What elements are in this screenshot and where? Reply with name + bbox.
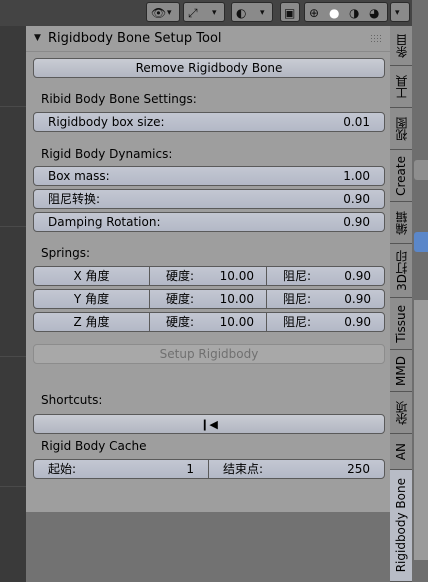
stiffness-label: 硬度:	[166, 269, 195, 283]
tab-mmd[interactable]: MMD	[390, 350, 412, 392]
damping-rotation-field[interactable]: Damping Rotation: 0.90	[33, 212, 385, 232]
material-shading-icon[interactable]: ◑	[349, 6, 359, 20]
spring-damping-y-field[interactable]: 阻尼: 0.90	[267, 290, 384, 308]
damping-label: 阻尼:	[283, 269, 312, 283]
cache-end-field[interactable]: 结束点: 250	[209, 460, 384, 478]
shading-mode-group[interactable]: ⊕ ● ◑ ◕	[304, 2, 388, 22]
damping-label: 阻尼转换:	[48, 192, 101, 206]
tab-item[interactable]: 条目	[390, 26, 412, 66]
box-mass-label: Box mass:	[48, 169, 110, 183]
settings-header: Ribid Body Bone Settings:	[41, 92, 197, 106]
box-size-value: 0.01	[343, 115, 370, 129]
damping-rotation-label: Damping Rotation:	[48, 215, 161, 229]
spring-stiffness-x-field[interactable]: 硬度: 10.00	[150, 267, 267, 285]
spring-row-x: X 角度 硬度: 10.00 阻尼: 0.90	[33, 266, 385, 286]
tab-edit[interactable]: 编辑	[390, 202, 412, 244]
spring-damping-z-field[interactable]: 阻尼: 0.90	[267, 313, 384, 331]
solid-shading-icon[interactable]: ●	[329, 6, 339, 20]
gizmo-dropdown[interactable]: ⤢ ▾	[183, 2, 225, 22]
damping-value: 0.90	[344, 292, 371, 306]
damping-label: 阻尼:	[283, 315, 312, 329]
wireframe-icon[interactable]: ⊕	[309, 6, 319, 20]
cache-end-label: 结束点:	[223, 462, 264, 476]
setup-rigidbody-button[interactable]: Setup Rigidbody	[33, 344, 385, 364]
stiffness-value: 10.00	[219, 269, 254, 283]
spring-axis-x[interactable]: X 角度	[34, 267, 150, 285]
box-mass-value: 1.00	[343, 169, 370, 183]
spring-axis-y[interactable]: Y 角度	[34, 290, 150, 308]
adjacent-editor-strip	[412, 0, 428, 582]
visibility-dropdown[interactable]: 👁 ▾	[146, 2, 180, 22]
chevron-down-icon: ▾	[260, 8, 265, 18]
jump-to-start-button[interactable]: ❙◀	[33, 414, 385, 434]
spring-axis-z[interactable]: Z 角度	[34, 313, 150, 331]
stiffness-label: 硬度:	[166, 292, 195, 306]
tab-misc[interactable]: 杂项	[390, 392, 412, 434]
overlay-icon: ◐	[236, 6, 247, 20]
stiffness-value: 10.00	[219, 292, 254, 306]
dynamics-header: Rigid Body Dynamics:	[41, 147, 173, 161]
collapse-triangle-icon[interactable]: ▼	[34, 33, 41, 43]
damping-value: 0.90	[344, 315, 371, 329]
damping-rotation-value: 0.90	[343, 215, 370, 229]
spring-row-z: Z 角度 硬度: 10.00 阻尼: 0.90	[33, 312, 385, 332]
stiffness-label: 硬度:	[166, 315, 195, 329]
chevron-down-icon: ▾	[212, 8, 217, 18]
spring-stiffness-y-field[interactable]: 硬度: 10.00	[150, 290, 267, 308]
cache-start-value: 1	[186, 462, 194, 476]
overlay-dropdown[interactable]: ◐ ▾	[231, 2, 273, 22]
skip-to-start-icon: ❙◀	[200, 418, 218, 431]
rendered-shading-icon[interactable]: ◕	[369, 6, 379, 20]
springs-header: Springs:	[41, 246, 91, 260]
cache-end-value: 250	[347, 462, 370, 476]
viewport-area[interactable]	[0, 26, 26, 582]
chevron-down-icon: ▾	[167, 8, 172, 18]
remove-rigidbody-button[interactable]: Remove Rigidbody Bone	[33, 58, 385, 78]
cache-frame-range: 起始: 1 结束点: 250	[33, 459, 385, 479]
tab-rigidbody-bone[interactable]: Rigidbody Bone	[390, 470, 412, 582]
spring-row-y: Y 角度 硬度: 10.00 阻尼: 0.90	[33, 289, 385, 309]
damping-value: 0.90	[343, 192, 370, 206]
cache-header: Rigid Body Cache	[41, 439, 147, 453]
tab-an[interactable]: AN	[390, 434, 412, 470]
xray-toggle[interactable]: ▣	[280, 2, 300, 22]
spring-stiffness-z-field[interactable]: 硬度: 10.00	[150, 313, 267, 331]
panel-header[interactable]: ▼ Rigidbody Bone Setup Tool	[26, 26, 390, 52]
eye-icon: 👁	[151, 6, 167, 20]
drag-grip-icon[interactable]	[370, 34, 382, 42]
gizmo-icon: ⤢	[188, 6, 198, 20]
shortcuts-header: Shortcuts:	[41, 393, 103, 407]
tab-create[interactable]: Create	[390, 150, 412, 202]
tab-tissue[interactable]: Tissue	[390, 298, 412, 350]
shading-options-dropdown[interactable]: ▾	[390, 2, 410, 22]
sidebar-tabs: 条目 工具 视图 Create 编辑 3D打印 Tissue MMD 杂项 AN…	[390, 26, 412, 582]
panel-title: Rigidbody Bone Setup Tool	[48, 31, 222, 46]
viewport-header: 👁 ▾ ⤢ ▾ ◐ ▾ ▣ ⊕ ● ◑ ◕ ▾	[0, 0, 428, 26]
spring-damping-x-field[interactable]: 阻尼: 0.90	[267, 267, 384, 285]
damping-field[interactable]: 阻尼转换: 0.90	[33, 189, 385, 209]
sidebar-panel: ▼ Rigidbody Bone Setup Tool Remove Rigid…	[26, 26, 390, 582]
damping-value: 0.90	[344, 269, 371, 283]
chevron-down-icon: ▾	[395, 8, 400, 18]
box-mass-field[interactable]: Box mass: 1.00	[33, 166, 385, 186]
tab-3d-print[interactable]: 3D打印	[390, 244, 412, 298]
stiffness-value: 10.00	[219, 315, 254, 329]
box-size-label: Rigidbody box size:	[48, 115, 165, 129]
xray-icon: ▣	[284, 6, 296, 20]
tab-tool[interactable]: 工具	[390, 66, 412, 108]
cache-start-field[interactable]: 起始: 1	[34, 460, 209, 478]
panel-body: ▼ Rigidbody Bone Setup Tool Remove Rigid…	[26, 26, 390, 512]
tab-view[interactable]: 视图	[390, 108, 412, 150]
cache-start-label: 起始:	[48, 462, 77, 476]
damping-label: 阻尼:	[283, 292, 312, 306]
box-size-field[interactable]: Rigidbody box size: 0.01	[33, 112, 385, 132]
